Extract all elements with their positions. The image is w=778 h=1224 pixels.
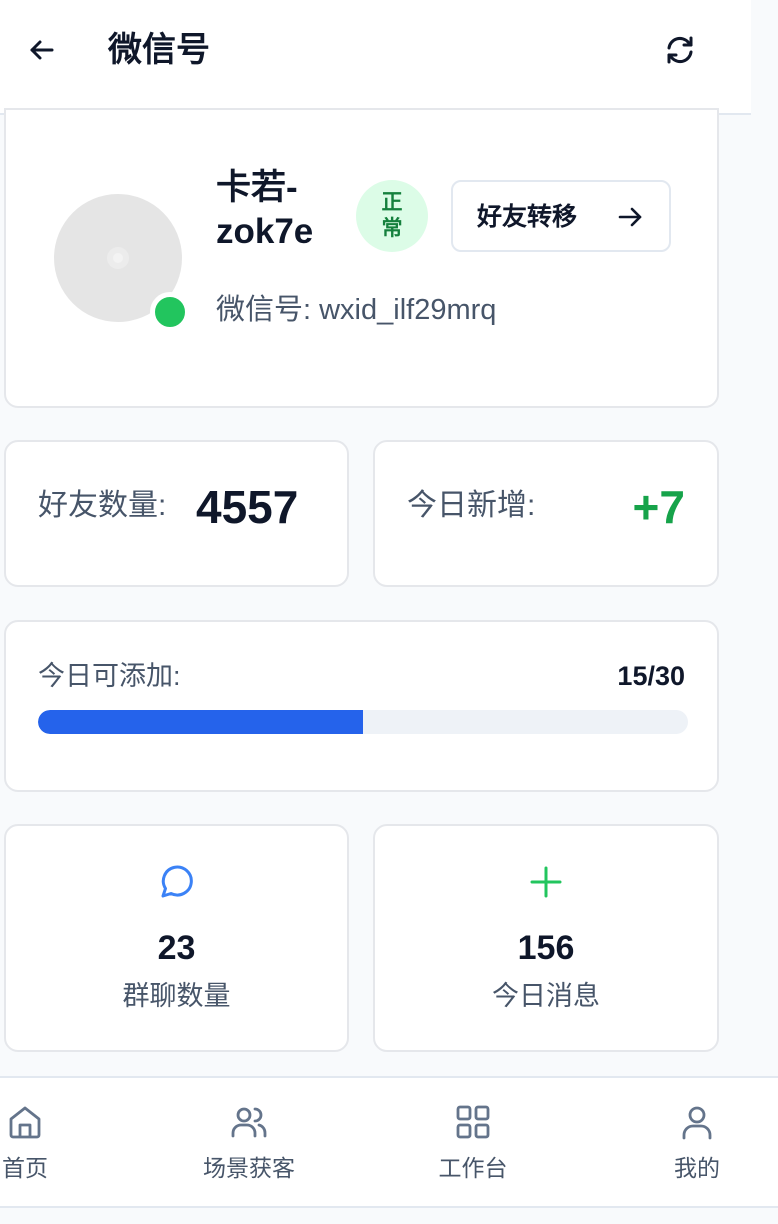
refresh-icon: [667, 36, 693, 64]
home-icon: [5, 1102, 45, 1142]
nav-label-me: 我的: [674, 1155, 720, 1181]
chat-bubble-icon: [155, 860, 199, 904]
nav-label-scene-acquisition: 场景获客: [203, 1155, 295, 1181]
daily-quota-progress-bar: [38, 710, 688, 734]
friends-count-label: 好友数量:: [38, 489, 167, 522]
daily-quota-progress-fill: [38, 710, 363, 734]
users-icon: [229, 1102, 269, 1142]
profile-card: 卡若-zok7e 正常 好友转移 微信号: wxid_ilf29mrq: [4, 108, 719, 408]
friends-count-card: 好友数量: 4557: [4, 440, 349, 587]
arrow-left-icon: [30, 40, 54, 60]
top-bar: 微信号: [0, 0, 751, 115]
nav-label-home: 首页: [2, 1155, 48, 1181]
grid-icon: [453, 1102, 493, 1142]
nav-item-me[interactable]: 我的: [622, 1078, 772, 1208]
group-chat-count-value: 23: [157, 929, 196, 967]
arrow-right-icon: [615, 202, 645, 232]
back-button[interactable]: [22, 30, 62, 70]
friends-count-value: 4557: [196, 481, 299, 533]
user-icon: [677, 1102, 717, 1142]
group-chat-count-card[interactable]: 23 群聊数量: [4, 824, 349, 1052]
nav-bottom-divider: [0, 1206, 778, 1208]
page-title: 微信号: [108, 31, 210, 69]
avatar-placeholder: [113, 253, 123, 263]
account-name: 卡若-zok7e: [216, 168, 314, 251]
nav-label-workbench: 工作台: [438, 1155, 508, 1181]
bottom-nav: 首页 场景获客 工作台 我的: [0, 1076, 778, 1208]
daily-quota-card: 今日可添加: 15/30: [4, 620, 719, 792]
online-status-dot: [150, 292, 190, 332]
daily-quota-count: 15/30: [617, 661, 685, 691]
messages-today-label: 今日消息: [492, 981, 600, 1011]
messages-today-value: 156: [517, 929, 575, 967]
refresh-button[interactable]: [660, 30, 700, 70]
new-today-value: +7: [632, 481, 685, 533]
friend-transfer-button[interactable]: 好友转移: [451, 180, 671, 252]
new-today-label: 今日新增:: [407, 489, 536, 522]
friend-transfer-label: 好友转移: [477, 203, 578, 231]
wechat-id: 微信号: wxid_ilf29mrq: [216, 294, 497, 326]
nav-item-home[interactable]: 首页: [0, 1078, 100, 1208]
group-chat-count-label: 群聊数量: [122, 981, 231, 1011]
wechat-account-page: 微信号 卡若-zok7e 正常 好友转移 微信号: wxid_ilf29mrq …: [0, 0, 778, 1224]
nav-item-scene-acquisition[interactable]: 场景获客: [174, 1078, 324, 1208]
new-today-card: 今日新增: +7: [373, 440, 719, 587]
daily-quota-label: 今日可添加:: [38, 661, 181, 691]
plus-icon: [524, 860, 568, 904]
messages-today-card[interactable]: 156 今日消息: [373, 824, 719, 1052]
status-badge: 正常: [356, 180, 428, 252]
nav-item-workbench[interactable]: 工作台: [398, 1078, 548, 1208]
